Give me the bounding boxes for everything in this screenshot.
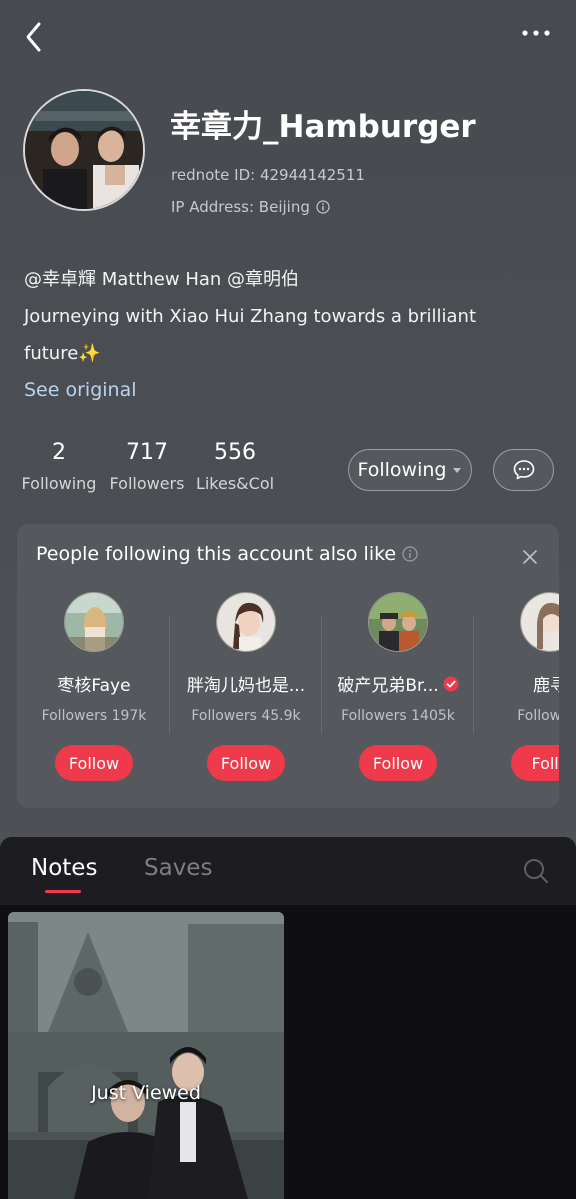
bio: @幸卓輝 Matthew Han @章明伯 Journeying with Xi… xyxy=(24,261,544,372)
more-icon xyxy=(522,30,550,36)
recommended-user-followers: Followers xyxy=(517,708,559,724)
caret-down-icon xyxy=(453,468,462,473)
back-icon xyxy=(26,22,41,52)
stat-label: Following xyxy=(21,474,97,493)
search-icon[interactable] xyxy=(522,857,550,885)
recommended-user-name: 胖淘儿妈也是... xyxy=(170,671,322,696)
stat-number: 717 xyxy=(126,440,168,465)
back-button[interactable] xyxy=(18,18,54,58)
following-button-label: Following xyxy=(357,459,447,481)
recommended-user-followers: Followers 1405k xyxy=(341,708,455,724)
stat-label: Likes&Col xyxy=(195,474,275,493)
stats-row: 2 Following 717 Followers 556 Likes&Col xyxy=(14,438,280,493)
more-button[interactable] xyxy=(520,20,556,48)
note-cover-image xyxy=(8,912,284,1199)
stat-number: 2 xyxy=(52,440,66,465)
close-icon[interactable] xyxy=(521,548,539,566)
recommended-user-avatar[interactable] xyxy=(64,592,124,652)
recommended-user-followers: Followers 45.9k xyxy=(191,708,301,724)
recommendations-title: People following this account also like xyxy=(36,543,418,565)
active-tab-indicator xyxy=(45,890,81,893)
recommended-user-name: 破产兄弟Br... xyxy=(322,671,474,696)
recommended-user[interactable]: 破产兄弟Br... Followers 1405k Follow xyxy=(322,592,474,792)
message-button[interactable] xyxy=(493,449,554,491)
stat-label: Followers xyxy=(109,474,185,493)
bio-line: Journeying with Xiao Hui Zhang towards a… xyxy=(24,306,477,364)
stat-followers[interactable]: 717 Followers xyxy=(104,438,190,493)
recommended-user[interactable]: 枣核Faye Followers 197k Follow xyxy=(18,592,170,792)
verified-icon xyxy=(443,676,459,691)
stat-likes-collections[interactable]: 556 Likes&Col xyxy=(190,438,280,493)
username: 幸章力_Hamburger xyxy=(170,109,476,145)
recommendations-title-text: People following this account also like xyxy=(36,543,397,565)
note-card[interactable]: Just Viewed xyxy=(8,912,284,1199)
see-original-link[interactable]: See original xyxy=(24,379,137,401)
recommended-user-name-text: 破产兄弟Br... xyxy=(337,676,439,696)
recommended-user-name-text: 胖淘儿妈也是... xyxy=(186,676,306,696)
recommended-user-avatar[interactable] xyxy=(216,592,276,652)
tab-notes[interactable]: Notes xyxy=(31,855,97,881)
stat-following[interactable]: 2 Following xyxy=(14,438,104,493)
info-icon[interactable] xyxy=(402,546,418,562)
recommended-user-name: 鹿寻 xyxy=(474,671,559,696)
just-viewed-label: Just Viewed xyxy=(91,1082,201,1104)
following-button[interactable]: Following xyxy=(348,449,472,491)
recommendations-card: People following this account also like … xyxy=(17,524,559,808)
recommended-user-name-text: 枣核Faye xyxy=(57,676,131,696)
follow-button[interactable]: Follow xyxy=(207,745,285,781)
message-icon xyxy=(513,460,534,480)
recommended-user[interactable]: 鹿寻 Followers Follo xyxy=(474,592,559,792)
ip-address-label: IP Address: Beijing xyxy=(171,198,310,216)
ip-address: IP Address: Beijing xyxy=(171,198,330,216)
recommended-user-avatar[interactable] xyxy=(520,592,559,652)
recommended-user-name: 枣核Faye xyxy=(18,671,170,696)
recommended-user[interactable]: 胖淘儿妈也是... Followers 45.9k Follow xyxy=(170,592,322,792)
recommended-user-name-text: 鹿寻 xyxy=(533,676,559,696)
follow-button[interactable]: Follow xyxy=(55,745,133,781)
avatar[interactable] xyxy=(23,89,145,211)
follow-button[interactable]: Follo xyxy=(511,745,559,781)
follow-button[interactable]: Follow xyxy=(359,745,437,781)
recommended-user-followers: Followers 197k xyxy=(41,708,147,724)
info-icon[interactable] xyxy=(316,200,330,214)
tab-saves[interactable]: Saves xyxy=(144,855,212,881)
top-bar xyxy=(0,0,576,76)
tabs-header: Notes Saves xyxy=(0,837,576,905)
stat-number: 556 xyxy=(214,440,256,465)
bio-line: @幸卓輝 Matthew Han @章明伯 xyxy=(24,269,300,290)
recommended-user-avatar[interactable] xyxy=(368,592,428,652)
rednote-id: rednote ID: 42944142511 xyxy=(171,166,365,184)
